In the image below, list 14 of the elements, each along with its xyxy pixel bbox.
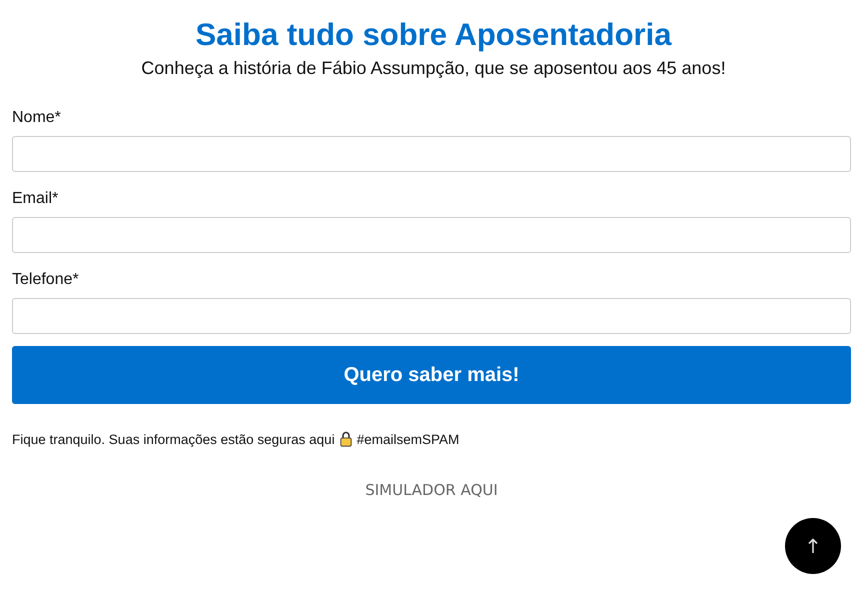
privacy-note: Fique tranquilo. Suas informações estão seguras aqui xyxy=(12,432,335,446)
input-field[interactable] xyxy=(12,136,851,172)
field-label: Nome* xyxy=(12,108,61,128)
field-label: Email* xyxy=(12,189,58,209)
submit-button[interactable]: Quero saber mais! xyxy=(12,346,851,404)
hashtag-text: #emailsemSPAM xyxy=(356,432,460,446)
lock-icon xyxy=(340,431,352,447)
page-subtitle: Conheça a história de Fábio Assumpção, que se aposentou aos 45 anos! xyxy=(140,57,727,80)
up-arrow-icon xyxy=(808,538,818,554)
input-field[interactable] xyxy=(12,217,851,253)
input-field[interactable] xyxy=(12,298,851,334)
simulator-link[interactable]: SIMULADOR AQUI xyxy=(365,481,498,499)
field-label: Telefone* xyxy=(12,270,79,290)
page-title: Saiba tudo sobre Aposentadoria xyxy=(194,16,673,54)
